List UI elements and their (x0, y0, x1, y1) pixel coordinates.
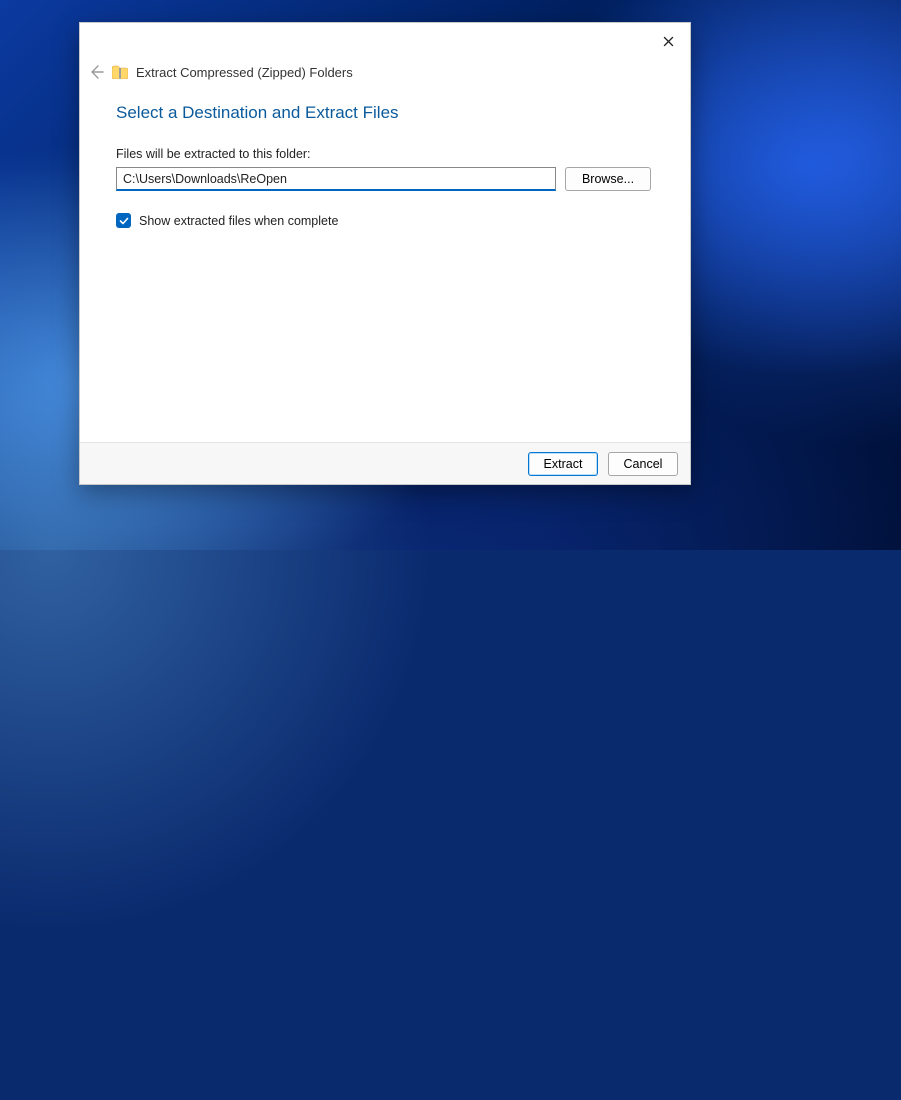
wizard-content: Select a Destination and Extract Files F… (80, 85, 690, 442)
window-title: Extract Compressed (Zipped) Folders (136, 65, 353, 80)
show-files-option[interactable]: Show extracted files when complete (116, 213, 654, 228)
arrow-left-icon (88, 64, 104, 80)
close-icon (663, 36, 674, 47)
back-button[interactable] (88, 64, 104, 80)
show-files-checkbox[interactable] (116, 213, 131, 228)
destination-row: Browse... (116, 167, 654, 191)
extract-wizard-dialog: Extract Compressed (Zipped) Folders Sele… (79, 22, 691, 485)
close-button[interactable] (650, 27, 686, 55)
show-files-label: Show extracted files when complete (139, 214, 338, 228)
destination-label: Files will be extracted to this folder: (116, 147, 654, 161)
wizard-footer: Extract Cancel (80, 442, 690, 484)
checkmark-icon (119, 216, 129, 226)
zipped-folder-icon (112, 65, 128, 79)
destination-path-input[interactable] (116, 167, 556, 191)
extract-button[interactable]: Extract (528, 452, 598, 476)
cancel-button[interactable]: Cancel (608, 452, 678, 476)
titlebar (80, 23, 690, 59)
browse-button[interactable]: Browse... (565, 167, 651, 191)
instruction-heading: Select a Destination and Extract Files (116, 103, 654, 123)
wizard-header: Extract Compressed (Zipped) Folders (80, 59, 690, 85)
